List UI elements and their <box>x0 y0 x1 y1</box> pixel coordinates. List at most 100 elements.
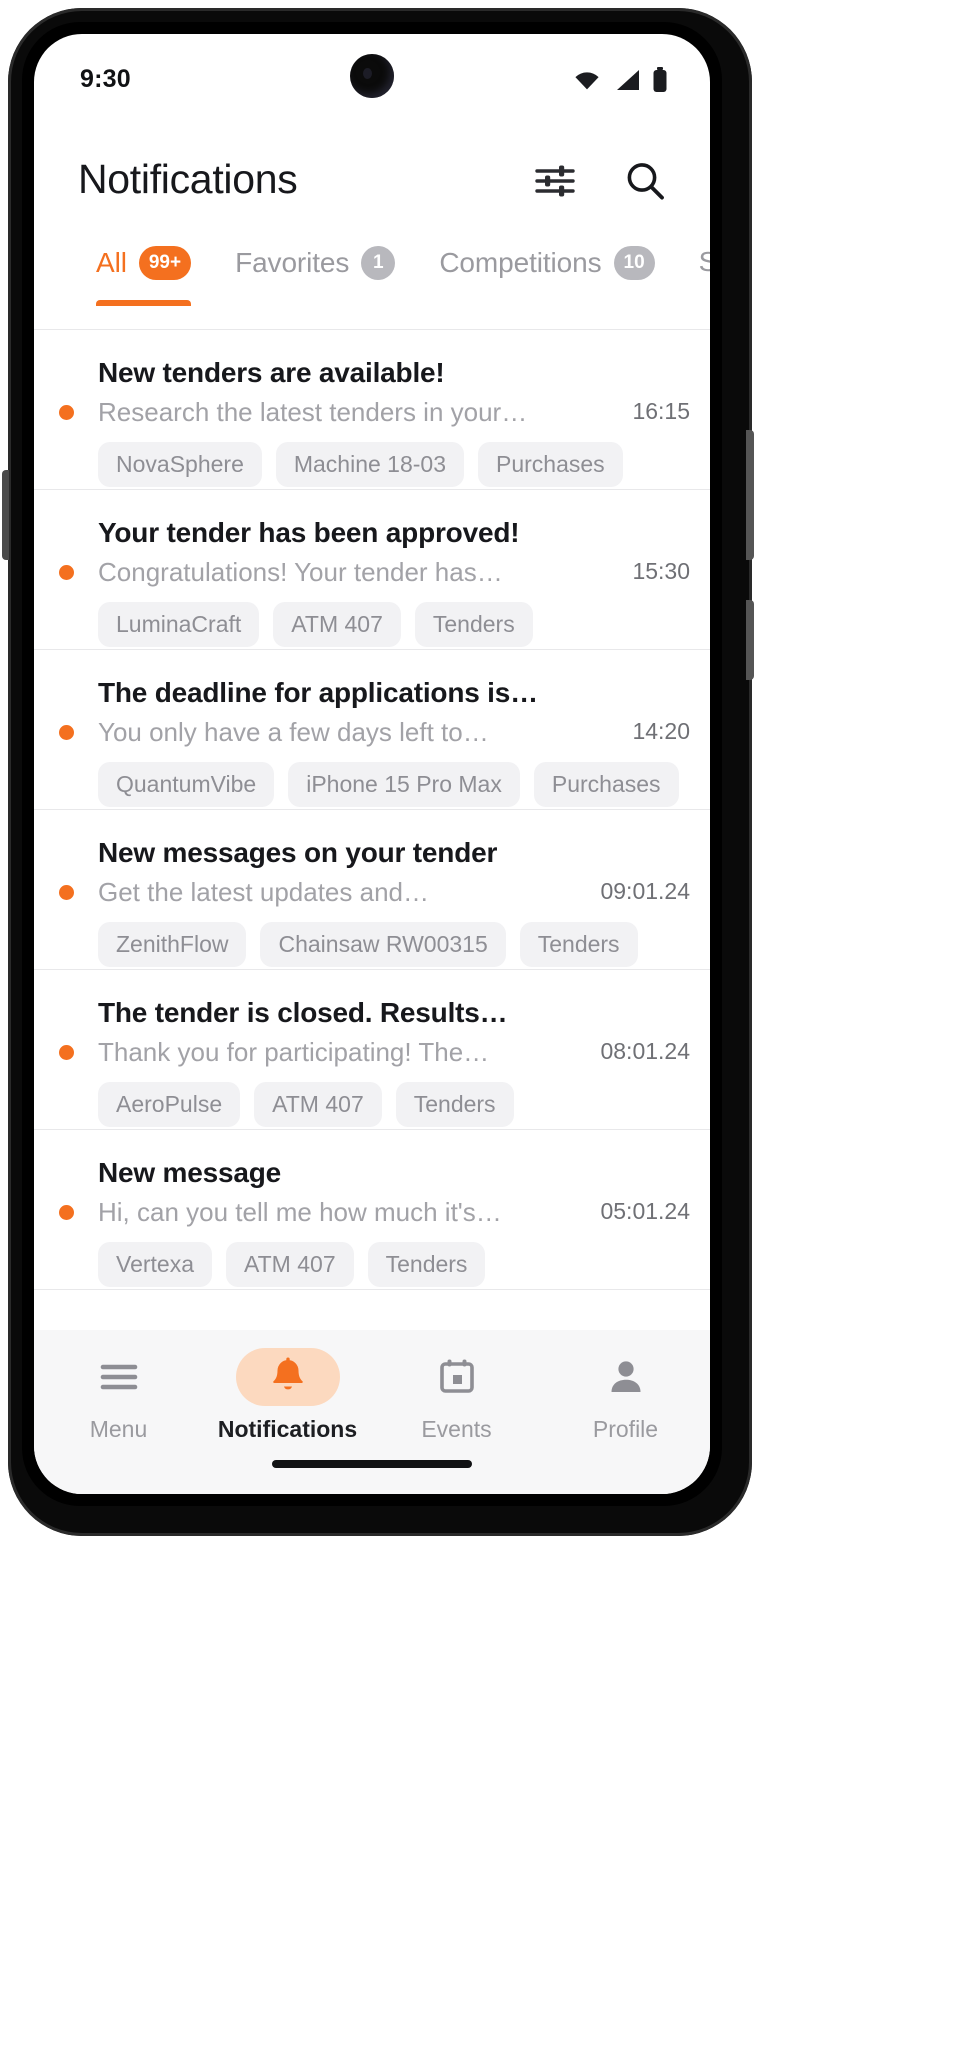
notification-tag[interactable]: Vertexa <box>98 1242 212 1288</box>
nav-item-menu-label: Menu <box>89 1416 148 1442</box>
notification-subtitle: Get the latest updates and… <box>98 876 429 907</box>
notification-tag[interactable]: Tenders <box>519 922 638 968</box>
bottom-navigation-bar: Menu Notifications Events Profile <box>34 1330 710 1494</box>
nav-item-notifications[interactable]: Notifications <box>203 1348 372 1443</box>
notification-subtitle: Research the latest tenders in your… <box>98 396 528 427</box>
cellular-signal-icon <box>617 70 639 90</box>
notification-row[interactable]: New messages on your tender Get the late… <box>34 810 710 970</box>
unread-dot <box>58 1205 74 1220</box>
nav-icon-container <box>65 1348 173 1406</box>
unread-dot <box>58 565 74 580</box>
tab-favorites[interactable]: Favorites 1 <box>235 246 396 306</box>
nav-icon-container <box>404 1348 510 1406</box>
notification-tag[interactable]: ATM 407 <box>254 1082 382 1128</box>
status-bar-clock: 9:30 <box>80 64 131 93</box>
notification-tag[interactable]: NovaSphere <box>98 442 262 488</box>
notification-tag[interactable]: Tenders <box>367 1242 486 1288</box>
unread-dot <box>58 725 74 740</box>
phone-screen: 9:30 Notifications All 99+ Favorites 1 C… <box>34 34 710 1494</box>
notification-tag[interactable]: ZenithFlow <box>98 922 247 968</box>
hamburger-menu-icon <box>100 1364 137 1390</box>
unread-indicator-column <box>34 1203 98 1220</box>
notification-tag[interactable]: QuantumVibe <box>98 762 275 808</box>
notification-tag[interactable]: Tenders <box>395 1082 514 1128</box>
page-title: Notifications <box>78 155 298 202</box>
tab-subscriptions[interactable]: Subscriptions <box>699 246 710 304</box>
notification-content: New tenders are available! Research the … <box>98 356 626 488</box>
notification-timestamp: 08:01.24 <box>600 1038 690 1064</box>
tab-all[interactable]: All 99+ <box>96 246 192 306</box>
unread-indicator-column <box>34 1043 98 1060</box>
notification-title: New messages on your tender <box>98 837 498 868</box>
nav-icon-container <box>573 1348 679 1406</box>
notification-list[interactable]: New tenders are available! Research the … <box>34 330 710 1340</box>
notification-content: Your tender has been approved! Congratul… <box>98 516 626 648</box>
notification-tag[interactable]: ATM 407 <box>273 602 401 648</box>
app-header-actions <box>532 154 668 204</box>
notification-row[interactable]: New tenders are available! Research the … <box>34 330 710 490</box>
nav-item-profile-label: Profile <box>592 1416 659 1442</box>
notification-timestamp: 05:01.24 <box>600 1198 690 1224</box>
screenshot-root: 9:30 Notifications All 99+ Favorites 1 C… <box>0 0 970 2048</box>
wifi-icon <box>575 72 599 90</box>
nav-item-menu[interactable]: Menu <box>34 1348 203 1443</box>
notification-tags: ZenithFlow Chainsaw RW00315 Tenders <box>98 922 638 968</box>
left-side-button[interactable] <box>2 470 9 560</box>
nav-item-events-label: Events <box>421 1416 492 1442</box>
notification-title: Your tender has been approved! <box>98 517 520 548</box>
tab-all-badge: 99+ <box>138 246 192 280</box>
notification-tag[interactable]: Purchases <box>478 442 623 488</box>
notification-tag[interactable]: iPhone 15 Pro Max <box>288 762 520 808</box>
front-camera-punch-hole <box>350 54 394 98</box>
notification-row[interactable]: Your tender has been approved! Congratul… <box>34 490 710 650</box>
notification-row[interactable]: The tender is closed. Results… Thank you… <box>34 970 710 1130</box>
tab-competitions[interactable]: Competitions 10 <box>439 246 655 306</box>
notification-subtitle: Hi, can you tell me how much it's… <box>98 1196 502 1227</box>
nav-item-profile[interactable]: Profile <box>541 1348 710 1443</box>
notification-tag[interactable]: AeroPulse <box>98 1082 241 1128</box>
notification-title: New message <box>98 1157 282 1188</box>
unread-indicator-column <box>34 723 98 740</box>
person-icon <box>611 1361 640 1392</box>
status-bar-icons <box>572 53 668 93</box>
tab-favorites-label: Favorites <box>235 247 350 278</box>
notification-row[interactable]: New message Hi, can you tell me how much… <box>34 1130 710 1290</box>
volume-button[interactable] <box>746 600 754 680</box>
notification-row[interactable]: The deadline for applications is… You on… <box>34 650 710 810</box>
unread-indicator-column <box>34 403 98 420</box>
nav-item-events[interactable]: Events <box>372 1348 541 1443</box>
power-button[interactable] <box>746 430 754 560</box>
notification-title: The tender is closed. Results… <box>98 997 508 1028</box>
notification-title: The deadline for applications is… <box>98 677 538 708</box>
unread-dot <box>58 405 74 420</box>
filter-button[interactable] <box>532 158 578 204</box>
search-button[interactable] <box>622 158 668 204</box>
tab-bar: All 99+ Favorites 1 Competitions 10 Subs… <box>34 224 710 330</box>
notification-content: The tender is closed. Results… Thank you… <box>98 996 594 1128</box>
nav-item-notifications-label: Notifications <box>217 1416 358 1442</box>
unread-dot <box>58 1045 74 1060</box>
unread-dot <box>58 885 74 900</box>
notification-tag[interactable]: LuminaCraft <box>98 602 260 648</box>
tab-list[interactable]: All 99+ Favorites 1 Competitions 10 Subs… <box>34 224 710 306</box>
tab-all-label: All <box>96 247 127 278</box>
notification-tags: QuantumVibe iPhone 15 Pro Max Purchases <box>98 762 679 808</box>
notification-timestamp: 16:15 <box>632 398 690 424</box>
notification-tags: AeroPulse ATM 407 Tenders <box>98 1082 586 1128</box>
notification-subtitle: You only have a few days left to… <box>98 716 489 747</box>
bell-icon <box>272 1357 303 1390</box>
notification-content: New message Hi, can you tell me how much… <box>98 1156 594 1288</box>
notification-tag[interactable]: ATM 407 <box>226 1242 354 1288</box>
notification-tag[interactable]: Chainsaw RW00315 <box>260 922 506 968</box>
notification-tags: LuminaCraft ATM 407 Tenders <box>98 602 618 648</box>
home-indicator[interactable] <box>272 1460 472 1468</box>
tab-active-underline <box>96 300 192 306</box>
unread-indicator-column <box>34 883 98 900</box>
notification-content: New messages on your tender Get the late… <box>98 836 638 968</box>
tab-favorites-badge: 1 <box>361 246 396 280</box>
calendar-icon <box>439 1359 474 1393</box>
notification-tag[interactable]: Purchases <box>533 762 679 808</box>
notification-tag[interactable]: Tenders <box>414 602 533 648</box>
notification-tag[interactable]: Machine 18-03 <box>275 442 465 488</box>
battery-icon <box>653 67 667 92</box>
